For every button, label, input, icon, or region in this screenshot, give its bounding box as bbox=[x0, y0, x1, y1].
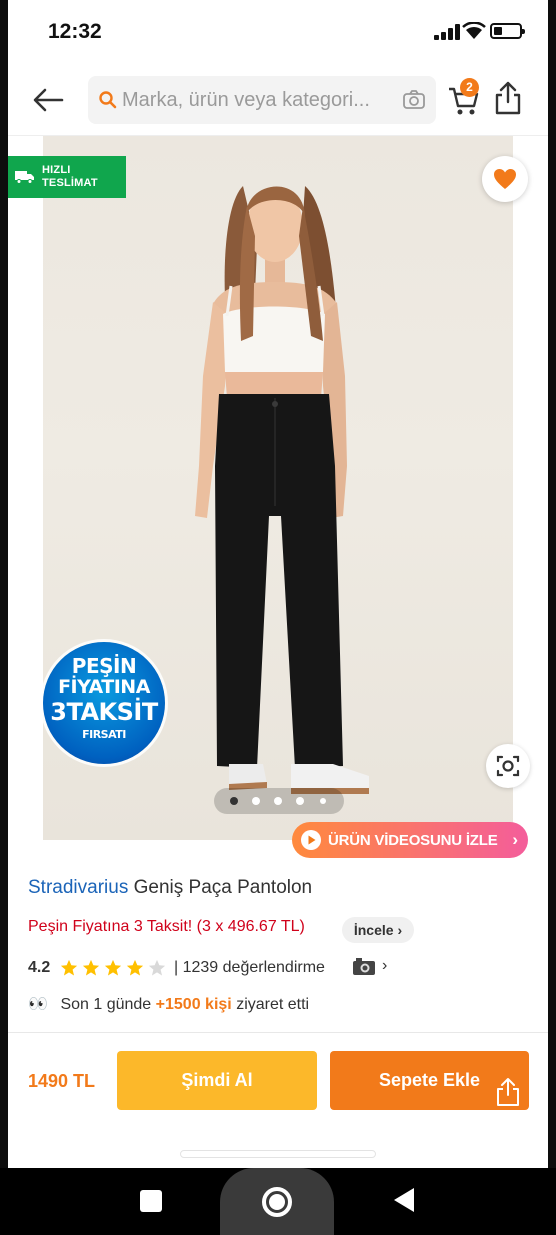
brand-link[interactable]: Stradivarius bbox=[28, 877, 128, 898]
pager-dot-4[interactable] bbox=[296, 797, 304, 805]
search-box[interactable] bbox=[88, 76, 436, 124]
share-icon[interactable] bbox=[495, 1077, 521, 1107]
home-button[interactable] bbox=[220, 1168, 334, 1235]
chevron-right-icon: › bbox=[397, 922, 403, 938]
pager-dot-1[interactable] bbox=[230, 797, 238, 805]
visitors-info: 👀 Son 1 günde +1500 kişi ziyaret etti bbox=[28, 994, 309, 1014]
battery-icon bbox=[490, 23, 525, 39]
installment-info: Peşin Fiyatına 3 Taksit! (3 x 496.67 TL) bbox=[28, 918, 305, 935]
pager-dot-2[interactable] bbox=[252, 797, 260, 805]
star-icon bbox=[60, 959, 78, 976]
badge-line-2: FİYATINA bbox=[58, 676, 150, 698]
star-rating bbox=[60, 957, 170, 979]
video-button-label: ÜRÜN VİDEOSUNU İZLE bbox=[328, 832, 498, 849]
signal-icon bbox=[434, 24, 460, 40]
search-icon bbox=[99, 91, 117, 109]
search-input[interactable] bbox=[122, 76, 392, 124]
visitors-prefix: Son 1 günde bbox=[60, 996, 152, 1013]
system-nav-bar bbox=[0, 1168, 556, 1235]
favorite-button[interactable] bbox=[482, 156, 528, 202]
visitors-count: +1500 kişi bbox=[155, 996, 232, 1013]
image-pager[interactable] bbox=[214, 788, 344, 814]
cart-count-badge: 2 bbox=[460, 78, 479, 97]
pager-dot-5[interactable] bbox=[320, 798, 326, 804]
arrow-left-icon bbox=[33, 88, 64, 112]
divider bbox=[8, 1032, 548, 1033]
add-to-cart-label: Sepete Ekle bbox=[378, 1070, 481, 1090]
review-button-label: İncele bbox=[353, 922, 394, 938]
recent-apps-button[interactable] bbox=[140, 1190, 162, 1212]
camera-icon bbox=[353, 958, 375, 975]
screen-bezel-right bbox=[548, 0, 556, 1168]
camera-search-icon[interactable] bbox=[402, 88, 426, 112]
product-title: Stradivarius Geniş Paça Pantolon bbox=[28, 877, 312, 899]
fast-delivery-badge: HIZLI TESLİMAT bbox=[8, 156, 126, 198]
scan-icon bbox=[496, 755, 520, 777]
home-dot-icon bbox=[269, 1194, 285, 1210]
installment-review-button[interactable]: İncele › bbox=[342, 917, 414, 943]
truck-icon bbox=[15, 171, 34, 184]
back-button[interactable] bbox=[30, 82, 66, 118]
star-icon bbox=[126, 959, 144, 976]
review-count: | 1239 değerlendirme bbox=[174, 959, 325, 976]
visitors-suffix: ziyaret etti bbox=[236, 996, 310, 1013]
pager-dot-3[interactable] bbox=[274, 797, 282, 805]
status-bar: 12:32 bbox=[0, 0, 556, 64]
chevron-right-icon: › bbox=[512, 830, 518, 849]
badge-line-1: PEŞİN bbox=[71, 654, 137, 678]
chevron-right-icon: › bbox=[382, 957, 388, 974]
fast-delivery-label: HIZLI TESLİMAT bbox=[42, 164, 98, 189]
heart-icon bbox=[494, 169, 516, 189]
watch-product-video-button[interactable]: ÜRÜN VİDEOSUNU İZLE › bbox=[292, 822, 528, 858]
eyes-icon: 👀 bbox=[28, 996, 48, 1013]
buy-now-button[interactable]: Şimdi Al bbox=[117, 1051, 317, 1110]
visual-search-button[interactable] bbox=[486, 744, 530, 788]
wifi-icon bbox=[462, 21, 486, 40]
product-name: Geniş Paça Pantolon bbox=[133, 877, 313, 898]
star-icon bbox=[82, 959, 100, 976]
screen-bezel-left bbox=[0, 0, 8, 1168]
top-header: 2 bbox=[0, 64, 556, 136]
badge-line-3: 3TAKSİT bbox=[50, 698, 158, 726]
share-button[interactable] bbox=[492, 80, 524, 116]
play-icon bbox=[301, 830, 321, 850]
add-to-cart-button[interactable]: Sepete Ekle bbox=[330, 1051, 529, 1110]
rating-value: 4.2 bbox=[28, 959, 51, 976]
system-back-button[interactable] bbox=[394, 1188, 414, 1212]
product-price: 1490 TL bbox=[28, 1071, 96, 1091]
share-icon bbox=[495, 81, 521, 115]
status-time: 12:32 bbox=[48, 20, 102, 43]
app-screen: 12:32 2 bbox=[0, 0, 556, 1235]
star-icon bbox=[104, 959, 122, 976]
star-empty-icon bbox=[148, 959, 166, 976]
installment-campaign-badge: PEŞİN FİYATINA 3TAKSİT FIRSATI bbox=[43, 642, 165, 764]
scroll-indicator bbox=[180, 1150, 376, 1158]
badge-line-4: FIRSATI bbox=[82, 728, 126, 741]
